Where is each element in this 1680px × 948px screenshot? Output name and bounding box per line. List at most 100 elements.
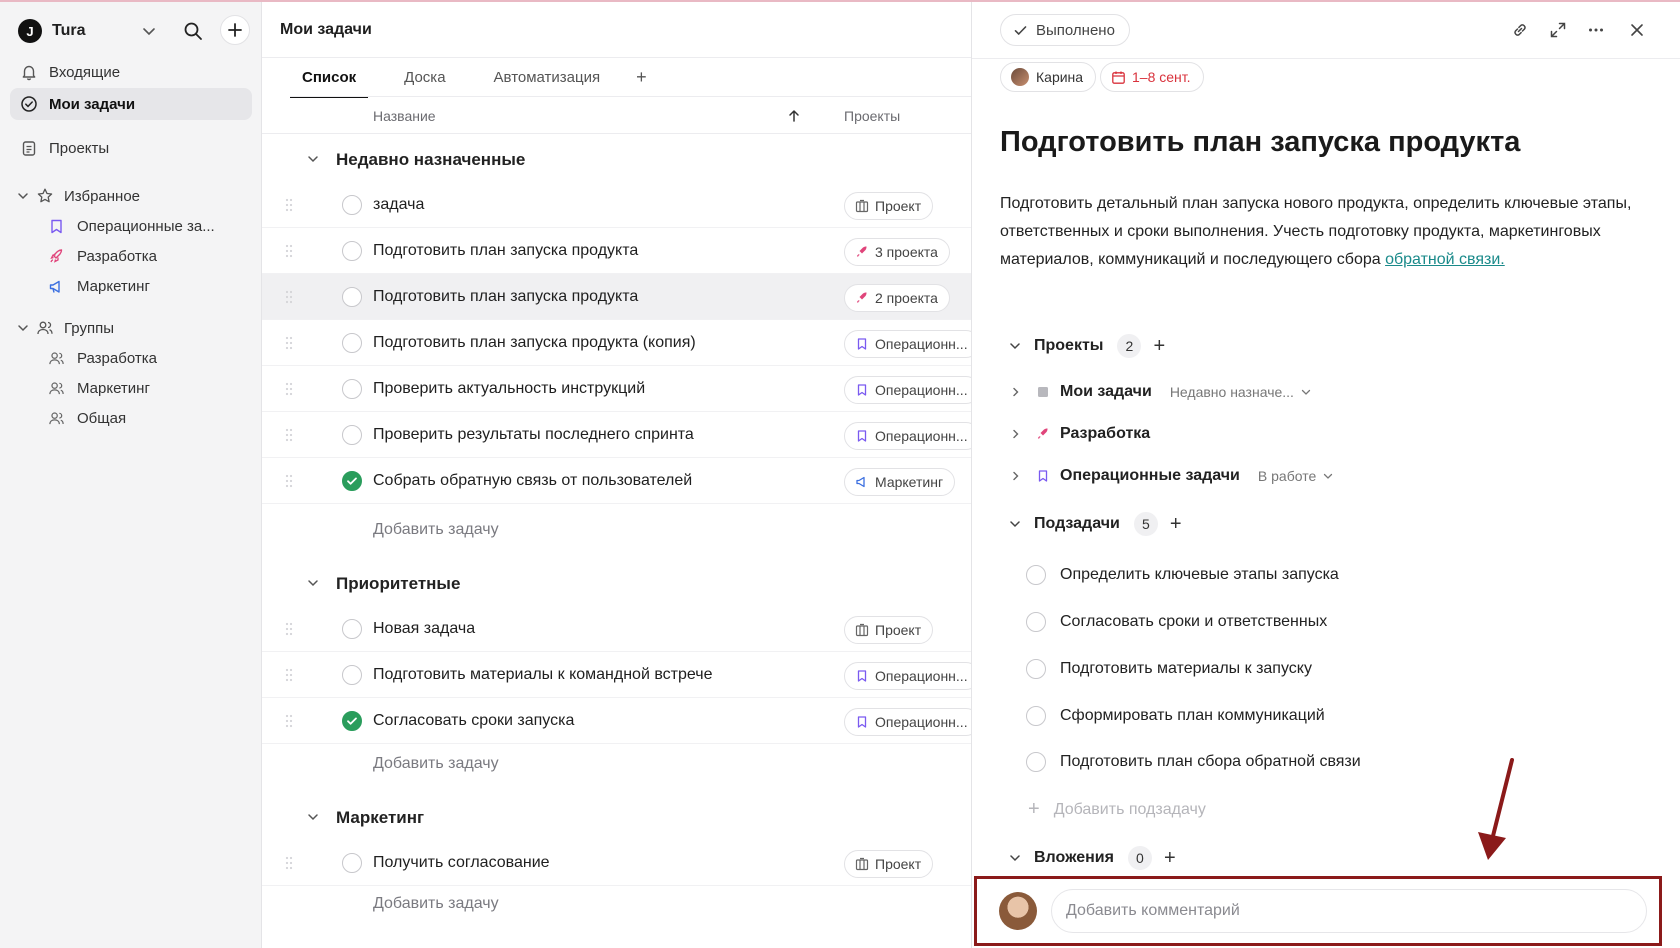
mark-complete-button[interactable]: Выполнено: [1000, 14, 1130, 46]
task-checkbox[interactable]: [342, 619, 362, 639]
task-name[interactable]: Проверить результаты последнего спринта: [373, 426, 694, 444]
group-header[interactable]: Приоритетные: [262, 560, 971, 606]
link-icon[interactable]: [1510, 20, 1530, 40]
drag-handle-icon[interactable]: [285, 336, 293, 350]
expand-icon[interactable]: [1548, 20, 1568, 40]
sidebar-favorite-operational[interactable]: Операционные за...: [48, 212, 215, 240]
table-row[interactable]: Собрать обратную связь от пользователей …: [262, 458, 971, 504]
add-task-button[interactable]: Добавить задачу: [373, 755, 499, 773]
task-checkbox[interactable]: [342, 241, 362, 261]
group-header[interactable]: Недавно назначенные: [262, 136, 971, 182]
sort-arrow-up-icon[interactable]: [786, 108, 802, 124]
project-chip[interactable]: Операционн...: [844, 376, 971, 404]
drag-handle-icon[interactable]: [285, 856, 293, 870]
task-title[interactable]: Подготовить план запуска продукта: [1000, 126, 1520, 159]
sidebar-item-my-tasks[interactable]: Мои задачи: [10, 88, 252, 120]
task-name[interactable]: Получить согласование: [373, 854, 550, 872]
due-date-chip[interactable]: 1–8 сент.: [1100, 62, 1204, 92]
table-row[interactable]: Согласовать сроки запуска Операционн...: [262, 698, 971, 744]
sidebar-group-favorites[interactable]: Избранное: [16, 182, 140, 210]
project-section-select[interactable]: Недавно назначе...: [1170, 384, 1312, 400]
description-link[interactable]: обратной связи.: [1385, 251, 1505, 268]
task-checkbox[interactable]: [342, 379, 362, 399]
add-task-button[interactable]: Добавить задачу: [373, 521, 499, 539]
chevron-right-icon[interactable]: [1010, 386, 1022, 398]
subtask-checkbox[interactable]: [1026, 565, 1046, 585]
task-name[interactable]: Согласовать сроки запуска: [373, 712, 574, 730]
project-section-select[interactable]: В работе: [1258, 468, 1334, 484]
tab-board[interactable]: Доска: [392, 62, 457, 96]
drag-handle-icon[interactable]: [285, 428, 293, 442]
subtask-checkbox[interactable]: [1026, 706, 1046, 726]
project-chip[interactable]: Проект: [844, 850, 934, 878]
task-name[interactable]: Подготовить план запуска продукта: [373, 288, 638, 306]
task-name[interactable]: Проверить актуальность инструкций: [373, 380, 645, 398]
table-row[interactable]: Подготовить план запуска продукта 3 прое…: [262, 228, 971, 274]
task-name[interactable]: Подготовить план запуска продукта (копия…: [373, 334, 696, 352]
chevron-down-icon[interactable]: [140, 22, 158, 40]
project-row[interactable]: Разработка: [1010, 420, 1150, 448]
project-chip[interactable]: Проект: [844, 616, 934, 644]
subtask-checkbox[interactable]: [1026, 659, 1046, 679]
drag-handle-icon[interactable]: [285, 198, 293, 212]
project-chip[interactable]: Операционн...: [844, 330, 971, 358]
sidebar-team-development[interactable]: Разработка: [48, 344, 157, 372]
table-row[interactable]: Подготовить материалы к командной встреч…: [262, 652, 971, 698]
task-checkbox[interactable]: [342, 665, 362, 685]
project-row[interactable]: Операционные задачи В работе: [1010, 462, 1334, 490]
task-name[interactable]: Новая задача: [373, 620, 475, 638]
column-projects[interactable]: Проекты: [844, 108, 900, 124]
project-row[interactable]: Мои задачи Недавно назначе...: [1010, 378, 1312, 406]
table-row[interactable]: задача Проект: [262, 182, 971, 228]
project-chip[interactable]: Проект: [844, 192, 934, 220]
task-name[interactable]: задача: [373, 196, 424, 214]
add-subtask-plus-button[interactable]: +: [1170, 514, 1182, 534]
task-checkbox[interactable]: [342, 287, 362, 307]
task-checkbox-checked[interactable]: [342, 711, 362, 731]
drag-handle-icon[interactable]: [285, 668, 293, 682]
project-chip[interactable]: Маркетинг: [844, 468, 956, 496]
sidebar-item-inbox[interactable]: Входящие: [10, 56, 252, 88]
add-subtask-button[interactable]: + Добавить подзадачу: [1028, 798, 1206, 821]
task-name[interactable]: Подготовить план запуска продукта: [373, 242, 638, 260]
close-icon[interactable]: [1627, 20, 1647, 40]
column-name[interactable]: Название: [373, 108, 436, 124]
task-name[interactable]: Подготовить материалы к командной встреч…: [373, 666, 712, 684]
project-chip[interactable]: Операционн...: [844, 662, 971, 690]
chevron-right-icon[interactable]: [1010, 470, 1022, 482]
create-button[interactable]: [220, 15, 250, 45]
projects-section-header[interactable]: Проекты 2 +: [1008, 332, 1165, 360]
more-icon[interactable]: [1586, 20, 1606, 40]
task-name[interactable]: Собрать обратную связь от пользователей: [373, 472, 692, 490]
tab-list[interactable]: Список: [290, 62, 369, 98]
add-task-button[interactable]: Добавить задачу: [373, 895, 499, 913]
table-row-selected[interactable]: Подготовить план запуска продукта 2 прое…: [262, 274, 971, 320]
subtask-checkbox[interactable]: [1026, 752, 1046, 772]
table-row[interactable]: Подготовить план запуска продукта (копия…: [262, 320, 971, 366]
task-checkbox-checked[interactable]: [342, 471, 362, 491]
task-checkbox[interactable]: [342, 425, 362, 445]
add-tab-button[interactable]: +: [636, 62, 647, 96]
project-chip[interactable]: Операционн...: [844, 708, 971, 736]
sidebar-favorite-development[interactable]: Разработка: [48, 242, 157, 270]
attachments-section-header[interactable]: Вложения 0 +: [1008, 844, 1176, 872]
chevron-right-icon[interactable]: [1010, 428, 1022, 440]
group-header[interactable]: Маркетинг: [262, 794, 971, 840]
workspace-switcher[interactable]: J Tura: [18, 15, 254, 46]
subtasks-section-header[interactable]: Подзадачи 5 +: [1008, 510, 1182, 538]
project-chip[interactable]: 3 проекта: [844, 238, 950, 266]
task-checkbox[interactable]: [342, 195, 362, 215]
search-icon[interactable]: [182, 20, 204, 42]
subtask-checkbox[interactable]: [1026, 612, 1046, 632]
drag-handle-icon[interactable]: [285, 244, 293, 258]
sidebar-item-projects[interactable]: Проекты: [10, 132, 252, 164]
task-checkbox[interactable]: [342, 853, 362, 873]
table-row[interactable]: Проверить актуальность инструкций Операц…: [262, 366, 971, 412]
tab-automation[interactable]: Автоматизация: [482, 62, 613, 96]
table-row[interactable]: Новая задача Проект: [262, 606, 971, 652]
drag-handle-icon[interactable]: [285, 382, 293, 396]
task-description[interactable]: Подготовить детальный план запуска новог…: [1000, 190, 1640, 274]
drag-handle-icon[interactable]: [285, 622, 293, 636]
drag-handle-icon[interactable]: [285, 714, 293, 728]
task-checkbox[interactable]: [342, 333, 362, 353]
